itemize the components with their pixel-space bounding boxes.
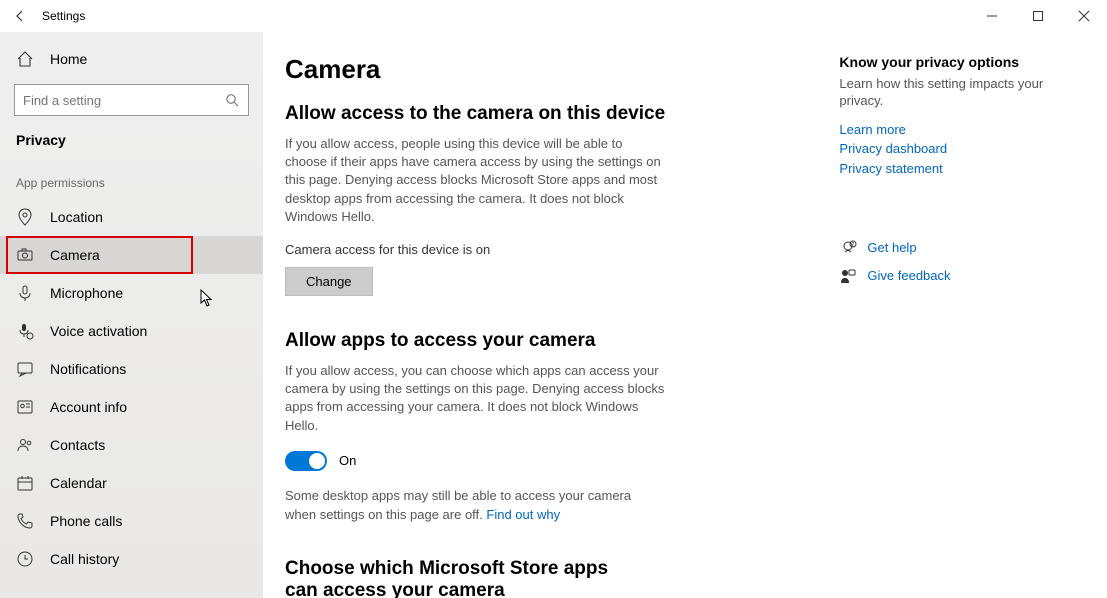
link-give-feedback[interactable]: Give feedback bbox=[867, 266, 950, 286]
sidebar-item-label: Notifications bbox=[50, 361, 126, 377]
sidebar-item-voice-activation[interactable]: Voice activation bbox=[0, 312, 263, 350]
section1-title: Allow access to the camera on this devic… bbox=[285, 103, 839, 125]
sidebar-item-location[interactable]: Location bbox=[0, 198, 263, 236]
notifications-icon bbox=[16, 360, 34, 378]
link-privacy-statement[interactable]: Privacy statement bbox=[839, 159, 1077, 179]
search-box[interactable] bbox=[14, 84, 249, 116]
home-icon bbox=[16, 50, 34, 68]
window-title: Settings bbox=[42, 9, 85, 23]
sidebar-category: Privacy bbox=[0, 126, 263, 158]
link-get-help[interactable]: Get help bbox=[867, 238, 916, 258]
sidebar-group-label: App permissions bbox=[0, 158, 263, 198]
desktop-apps-note: Some desktop apps may still be able to a… bbox=[285, 487, 665, 525]
help-icon: ? bbox=[839, 239, 857, 257]
find-out-why-link[interactable]: Find out why bbox=[486, 507, 560, 522]
give-feedback-row: Give feedback bbox=[839, 266, 1077, 286]
sidebar-item-microphone[interactable]: Microphone bbox=[0, 274, 263, 312]
camera-icon bbox=[16, 246, 34, 264]
section2-desc: If you allow access, you can choose whic… bbox=[285, 362, 665, 435]
maximize-button[interactable] bbox=[1015, 0, 1061, 32]
sidebar-item-label: Microphone bbox=[50, 285, 123, 301]
section2-title: Allow apps to access your camera bbox=[285, 330, 839, 352]
change-button[interactable]: Change bbox=[285, 267, 373, 296]
window-controls bbox=[969, 0, 1107, 32]
apps-access-toggle-label: On bbox=[339, 453, 356, 468]
sidebar-item-account-info[interactable]: Account info bbox=[0, 388, 263, 426]
location-icon bbox=[16, 208, 34, 226]
link-privacy-dashboard[interactable]: Privacy dashboard bbox=[839, 139, 1077, 159]
phone-icon bbox=[16, 512, 34, 530]
main-column: Camera Allow access to the camera on thi… bbox=[285, 54, 839, 598]
sidebar-item-label: Camera bbox=[50, 247, 100, 263]
content: Camera Allow access to the camera on thi… bbox=[263, 32, 1107, 598]
sidebar-item-label: Location bbox=[50, 209, 103, 225]
sidebar-home[interactable]: Home bbox=[0, 40, 263, 78]
account-info-icon bbox=[16, 398, 34, 416]
contacts-icon bbox=[16, 436, 34, 454]
apps-access-toggle[interactable] bbox=[285, 451, 327, 471]
feedback-icon bbox=[839, 267, 857, 285]
link-learn-more[interactable]: Learn more bbox=[839, 120, 1077, 140]
sidebar-item-label: Phone calls bbox=[50, 513, 122, 529]
sidebar-item-notifications[interactable]: Notifications bbox=[0, 350, 263, 388]
search-icon bbox=[224, 92, 240, 108]
get-help-row: ? Get help bbox=[839, 238, 1077, 258]
sidebar-item-label: Voice activation bbox=[50, 323, 147, 339]
call-history-icon bbox=[16, 550, 34, 568]
sidebar-item-label: Calendar bbox=[50, 475, 107, 491]
sidebar-item-call-history[interactable]: Call history bbox=[0, 540, 263, 578]
sidebar-home-label: Home bbox=[50, 51, 87, 67]
search-input[interactable] bbox=[23, 93, 224, 108]
back-button[interactable] bbox=[12, 8, 28, 24]
aside-subtext: Learn how this setting impacts your priv… bbox=[839, 76, 1077, 110]
apps-access-toggle-row: On bbox=[285, 451, 839, 471]
aside-column: Know your privacy options Learn how this… bbox=[839, 54, 1077, 598]
sidebar-item-label: Call history bbox=[50, 551, 119, 567]
minimize-button[interactable] bbox=[969, 0, 1015, 32]
section3-title: Choose which Microsoft Store apps can ac… bbox=[285, 558, 645, 598]
aside-header: Know your privacy options bbox=[839, 54, 1077, 70]
sidebar-item-calendar[interactable]: Calendar bbox=[0, 464, 263, 502]
sidebar-item-label: Contacts bbox=[50, 437, 105, 453]
svg-text:?: ? bbox=[852, 242, 855, 248]
voice-activation-icon bbox=[16, 322, 34, 340]
device-access-status: Camera access for this device is on bbox=[285, 242, 839, 257]
titlebar: Settings bbox=[0, 0, 1107, 32]
microphone-icon bbox=[16, 284, 34, 302]
section1-desc: If you allow access, people using this d… bbox=[285, 135, 665, 226]
close-button[interactable] bbox=[1061, 0, 1107, 32]
sidebar-item-phone-calls[interactable]: Phone calls bbox=[0, 502, 263, 540]
sidebar-item-label: Account info bbox=[50, 399, 127, 415]
calendar-icon bbox=[16, 474, 34, 492]
sidebar-item-camera[interactable]: Camera bbox=[0, 236, 263, 274]
sidebar: Home Privacy App permissions Location Ca… bbox=[0, 32, 263, 598]
sidebar-item-contacts[interactable]: Contacts bbox=[0, 426, 263, 464]
page-title: Camera bbox=[285, 54, 839, 85]
